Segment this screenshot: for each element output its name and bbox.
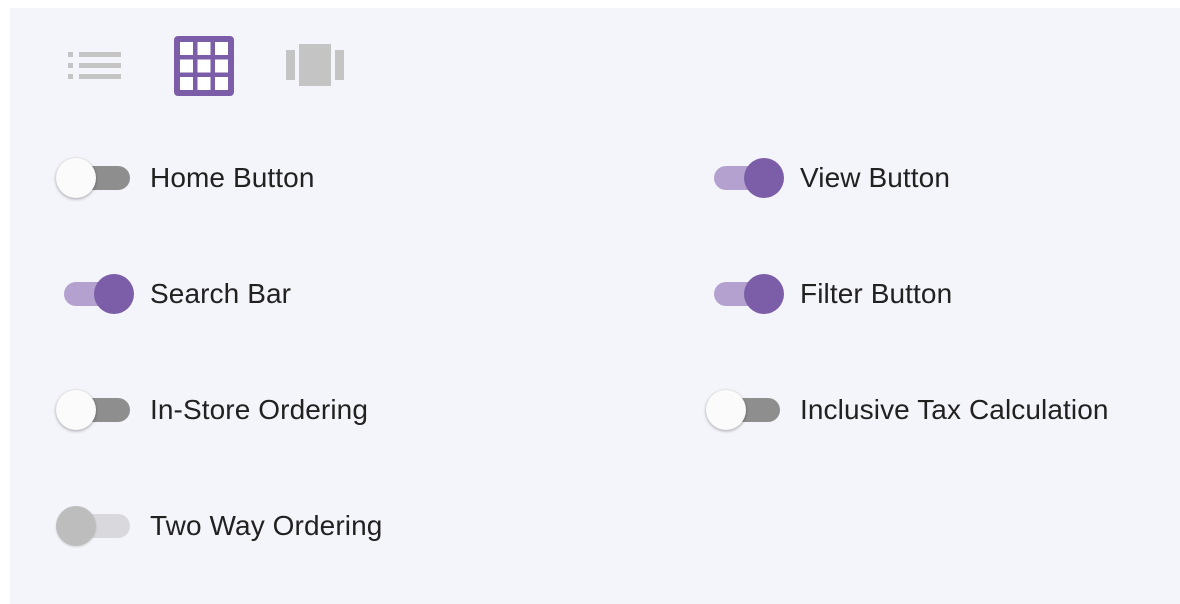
switch-thumb	[56, 506, 96, 546]
toggle-inclusive-tax-calculation[interactable]: Inclusive Tax Calculation	[706, 386, 1109, 434]
toggle-label: In-Store Ordering	[150, 394, 369, 425]
switch[interactable]	[706, 154, 786, 202]
toggle-search-bar[interactable]: Search Bar	[56, 270, 291, 318]
switch-thumb	[56, 390, 96, 430]
toggle-label: Search Bar	[150, 278, 292, 309]
grid-view-icon	[174, 36, 234, 96]
grid-view-button[interactable]	[174, 36, 234, 96]
switch[interactable]	[706, 386, 786, 434]
carousel-view-button[interactable]	[284, 42, 346, 88]
toggle-label: Inclusive Tax Calculation	[800, 394, 1109, 425]
switch[interactable]	[56, 270, 136, 318]
toggle-two-way-ordering[interactable]: Two Way Ordering	[56, 502, 382, 550]
toggle-label: View Button	[800, 162, 951, 193]
view-mode-toolbar	[10, 8, 410, 108]
toggle-label: Two Way Ordering	[150, 510, 383, 541]
toggle-filter-button[interactable]: Filter Button	[706, 270, 952, 318]
switch-thumb	[56, 158, 96, 198]
carousel-view-icon	[286, 44, 344, 86]
toggle-label: Filter Button	[800, 278, 953, 309]
switch-thumb	[706, 390, 746, 430]
switch[interactable]	[56, 154, 136, 202]
toggle-in-store-ordering[interactable]: In-Store Ordering	[56, 386, 368, 434]
toggle-view-button[interactable]: View Button	[706, 154, 950, 202]
switch-thumb	[744, 158, 784, 198]
switch-thumb	[744, 274, 784, 314]
switch-thumb	[94, 274, 134, 314]
settings-panel: Home Button View Button Search Bar Filte…	[10, 8, 1180, 604]
switch[interactable]	[56, 386, 136, 434]
switch[interactable]	[56, 502, 136, 550]
toggle-label: Home Button	[150, 162, 315, 193]
switch[interactable]	[706, 270, 786, 318]
list-view-button[interactable]	[66, 48, 122, 84]
toggle-home-button[interactable]: Home Button	[56, 154, 315, 202]
list-view-icon	[68, 52, 121, 79]
